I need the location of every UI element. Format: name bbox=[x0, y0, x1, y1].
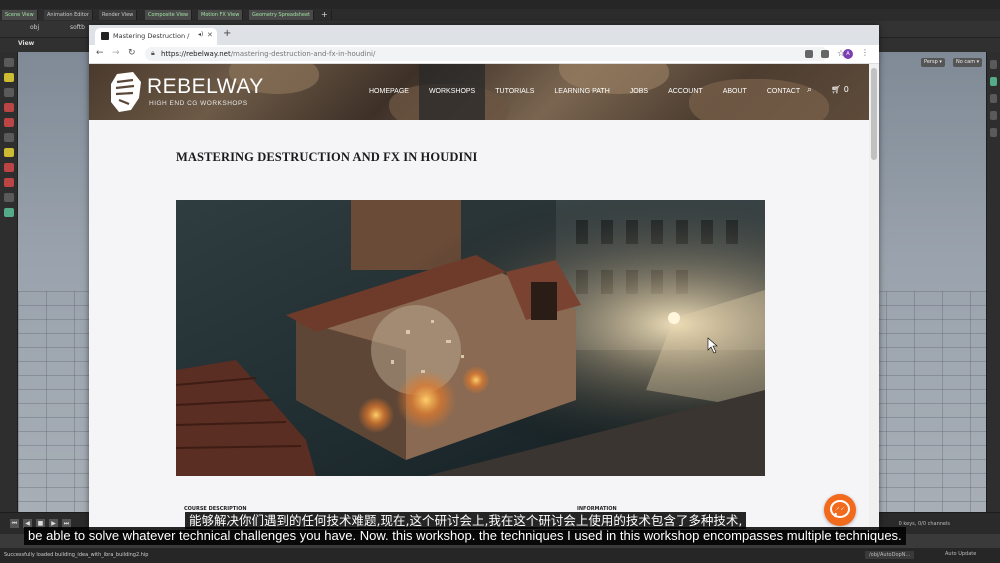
forward-icon[interactable]: → bbox=[112, 48, 120, 58]
browser-window: Mastering Destruction / ◂) ✕ + ← → ↻ 🔒︎ … bbox=[89, 25, 879, 530]
tab-render-view[interactable]: Render View bbox=[99, 10, 138, 20]
scrollbar-thumb[interactable] bbox=[871, 68, 877, 160]
tab-scene-view[interactable]: Scene View bbox=[2, 10, 38, 20]
close-tab-icon[interactable]: ✕ bbox=[207, 31, 213, 39]
new-tab-icon[interactable]: + bbox=[223, 28, 231, 39]
subtitle-english: be able to solve whatever technical chal… bbox=[24, 527, 906, 545]
rebelway-favicon-icon bbox=[101, 32, 109, 40]
browser-tab[interactable]: Mastering Destruction / ◂) ✕ bbox=[95, 28, 217, 45]
tab-animation-editor[interactable]: Animation Editor bbox=[44, 10, 93, 20]
snap-tool-icon[interactable] bbox=[4, 163, 14, 172]
nav-learning-path[interactable]: LEARNING PATH bbox=[544, 64, 619, 120]
page-scrollbar[interactable] bbox=[869, 64, 879, 530]
back-icon[interactable]: ← bbox=[96, 48, 104, 58]
page-title: MASTERING DESTRUCTION AND FX IN HOUDINI bbox=[176, 150, 478, 164]
status-message: Successfully loaded building_idea_with_i… bbox=[4, 552, 149, 558]
keys-channels-info: 0 keys, 0/0 channels bbox=[898, 521, 950, 527]
tab-composite-view[interactable]: Composite View bbox=[145, 10, 193, 20]
web-page: REBELWAY HIGH END CG WORKSHOPS HOMEPAGE … bbox=[89, 64, 869, 530]
wireframe-icon[interactable] bbox=[990, 94, 997, 103]
houdini-status-bar: Successfully loaded building_idea_with_i… bbox=[0, 548, 1000, 563]
audio-playing-icon[interactable]: ◂) bbox=[198, 31, 203, 38]
auto-update-menu[interactable]: Auto Update bbox=[945, 551, 976, 557]
move-tool-icon[interactable] bbox=[4, 88, 14, 97]
view-tool-icon[interactable] bbox=[4, 73, 14, 82]
lock-icon[interactable]: 🔒︎ bbox=[151, 49, 155, 58]
extension-shield-icon[interactable] bbox=[805, 50, 813, 58]
nav-homepage[interactable]: HOMEPAGE bbox=[359, 64, 419, 120]
nav-account[interactable]: ACCOUNT bbox=[658, 64, 713, 120]
tab-geometry-spreadsheet[interactable]: Geometry Spreadsheet bbox=[249, 10, 315, 20]
reload-icon[interactable]: ↻ bbox=[128, 48, 136, 58]
messenger-chat-button[interactable] bbox=[824, 494, 856, 526]
nav-workshops[interactable]: WORKSHOPS bbox=[418, 64, 486, 120]
main-navigation: HOMEPAGE WORKSHOPS TUTORIALS LEARNING PA… bbox=[359, 64, 810, 120]
nav-contact[interactable]: CONTACT bbox=[757, 64, 810, 120]
path-obj[interactable]: obj bbox=[30, 24, 39, 31]
shading-icon[interactable] bbox=[990, 77, 997, 86]
render-tool-icon[interactable] bbox=[4, 193, 14, 202]
screen: Scene View Animation Editor Render View … bbox=[0, 0, 1000, 563]
nav-jobs[interactable]: JOBS bbox=[620, 64, 658, 120]
network-path[interactable]: /obj/AutoDopN... bbox=[865, 551, 915, 559]
url-path: /mastering-destruction-and-fx-in-houdini… bbox=[230, 50, 376, 58]
path-node[interactable]: softb bbox=[70, 24, 85, 31]
hero-video[interactable] bbox=[176, 200, 765, 476]
houdini-pane-tabs: Scene View Animation Editor Render View … bbox=[0, 9, 1000, 21]
grid-icon[interactable] bbox=[990, 111, 997, 120]
jump-start-icon[interactable]: ⏮ bbox=[10, 519, 19, 528]
pose-tool-icon[interactable] bbox=[4, 133, 14, 142]
url-text: https://rebelway.net/mastering-destructi… bbox=[161, 50, 375, 58]
search-icon[interactable]: ⌕ bbox=[807, 85, 812, 95]
extension-reader-icon[interactable] bbox=[821, 50, 829, 58]
destruction-render-image bbox=[176, 200, 765, 476]
tab-motion-fx-view[interactable]: Motion FX View bbox=[198, 10, 244, 20]
select-tool-icon[interactable] bbox=[4, 58, 14, 67]
nav-tutorials[interactable]: TUTORIALS bbox=[485, 64, 544, 120]
right-display-shelf bbox=[986, 52, 1000, 512]
messenger-icon bbox=[830, 500, 850, 518]
nav-about[interactable]: ABOUT bbox=[713, 64, 757, 120]
left-tool-shelf bbox=[0, 52, 18, 512]
lighting-icon[interactable] bbox=[990, 128, 997, 137]
rotate-tool-icon[interactable] bbox=[4, 103, 14, 112]
houdini-top-strip bbox=[0, 0, 1000, 9]
cart-icon[interactable]: 🛒︎ 0 bbox=[831, 85, 849, 94]
address-bar: ← → ↻ 🔒︎ https://rebelway.net/mastering-… bbox=[89, 45, 879, 64]
browser-tab-title: Mastering Destruction / bbox=[113, 32, 190, 40]
logo-text[interactable]: REBELWAY bbox=[147, 75, 264, 99]
logo-tagline: HIGH END CG WORKSHOPS bbox=[149, 100, 248, 107]
scale-tool-icon[interactable] bbox=[4, 118, 14, 127]
browser-tabstrip: Mastering Destruction / ◂) ✕ + bbox=[89, 25, 879, 45]
site-header: REBELWAY HIGH END CG WORKSHOPS HOMEPAGE … bbox=[89, 64, 869, 120]
persp-camera-menu[interactable]: Persp ▾ bbox=[921, 58, 945, 67]
magnet-tool-icon[interactable] bbox=[4, 178, 14, 187]
cart-count: 0 bbox=[843, 85, 849, 94]
url-field[interactable]: 🔒︎ https://rebelway.net/mastering-destru… bbox=[145, 47, 845, 61]
view-label: View bbox=[18, 40, 35, 47]
profile-avatar[interactable]: A bbox=[843, 49, 853, 59]
url-host: https://rebelway.net bbox=[161, 50, 231, 58]
display-tool-icon[interactable] bbox=[4, 208, 14, 217]
display-option-icon[interactable] bbox=[990, 60, 997, 69]
handle-tool-icon[interactable] bbox=[4, 148, 14, 157]
add-pane-tab-icon[interactable]: + bbox=[318, 10, 332, 20]
browser-menu-icon[interactable]: ⋮ bbox=[861, 48, 869, 57]
rebelway-fist-logo-icon bbox=[111, 72, 141, 112]
no-cam-menu[interactable]: No cam ▾ bbox=[953, 58, 983, 67]
